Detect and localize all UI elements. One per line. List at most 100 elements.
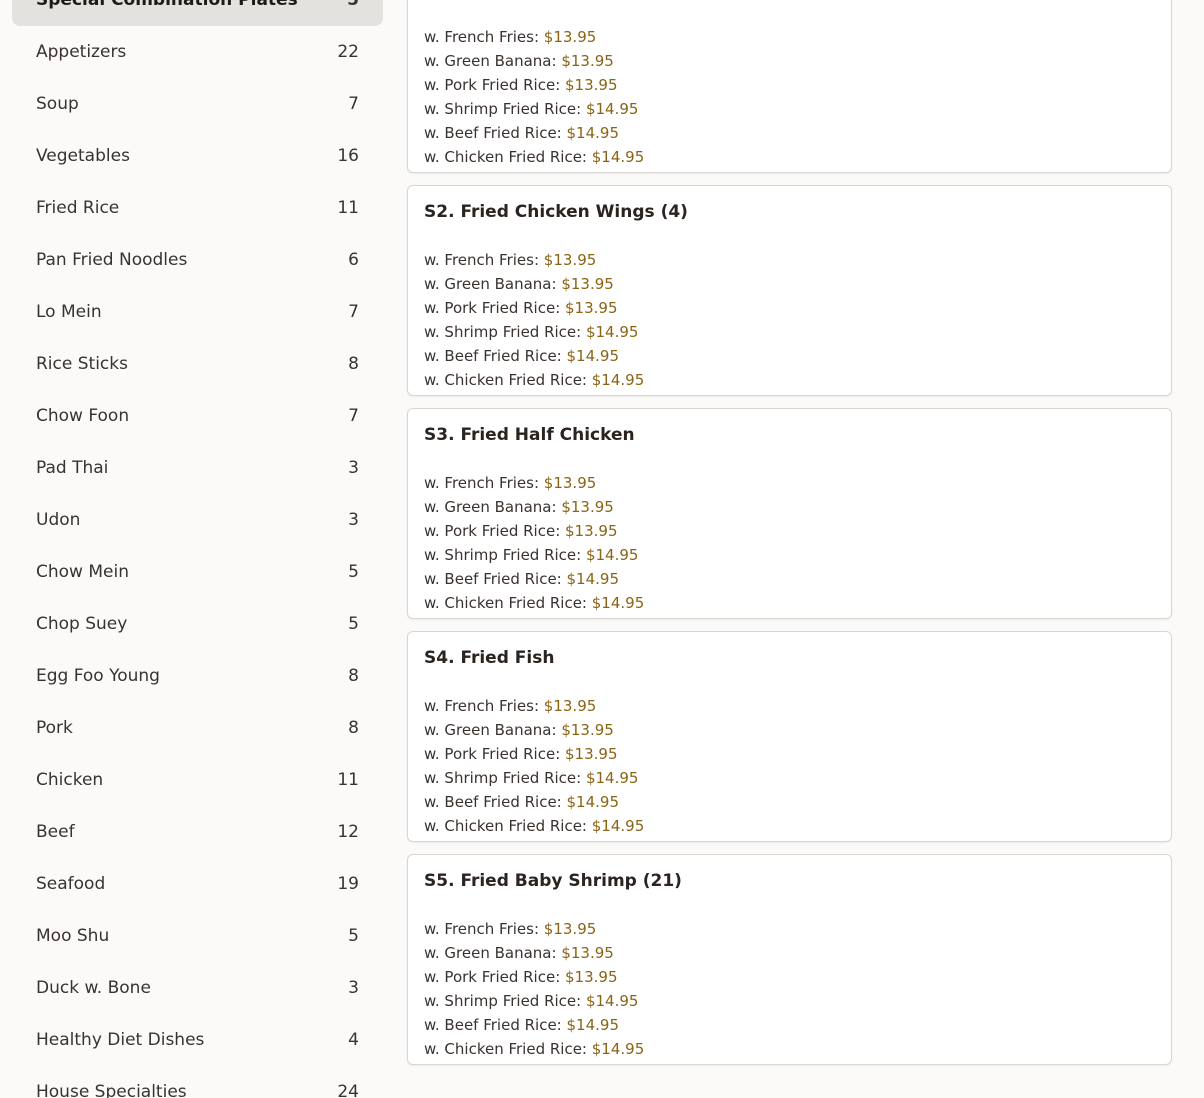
option-label: w. Shrimp Fried Rice: [424, 323, 586, 341]
menu-option-row[interactable]: w. Beef Fried Rice: $14.95 [424, 344, 644, 368]
menu-item-title: S2. Fried Chicken Wings (4) [424, 202, 688, 222]
menu-item-card[interactable]: S5. Fried Baby Shrimp (21) w. French Frie… [407, 854, 1172, 1065]
category-name: Beef [36, 822, 75, 842]
option-label: w. French Fries: [424, 28, 544, 46]
category-name: Duck w. Bone [36, 978, 151, 998]
sidebar-category-item[interactable]: Soup 7 [12, 78, 383, 130]
sidebar-category-item[interactable]: Duck w. Bone 3 [12, 962, 383, 1014]
category-count: 11 [337, 770, 359, 790]
menu-option-row[interactable]: w. Chicken Fried Rice: $14.95 [424, 145, 644, 169]
menu-option-row[interactable]: w. French Fries: $13.95 [424, 917, 644, 941]
menu-items-list: S1. Fried Chicken Fingersw. French Fries… [407, 0, 1172, 1077]
sidebar-category-item[interactable]: Pad Thai 3 [12, 442, 383, 494]
sidebar-category-item[interactable]: Chow Foon 7 [12, 390, 383, 442]
menu-option-row[interactable]: w. Shrimp Fried Rice: $14.95 [424, 766, 644, 790]
menu-option-row[interactable]: w. Shrimp Fried Rice: $14.95 [424, 989, 644, 1013]
menu-option-row[interactable]: w. Pork Fried Rice: $13.95 [424, 296, 644, 320]
category-count: 12 [337, 822, 359, 842]
option-label: w. Pork Fried Rice: [424, 745, 566, 763]
category-count: 19 [337, 874, 359, 894]
sidebar-category-item[interactable]: Udon 3 [12, 494, 383, 546]
menu-option-row[interactable]: w. Green Banana: $13.95 [424, 941, 644, 965]
category-name: Chow Mein [36, 562, 129, 582]
sidebar-category-item[interactable]: Pan Fried Noodles 6 [12, 234, 383, 286]
category-name: Soup [36, 94, 79, 114]
menu-option-row[interactable]: w. Beef Fried Rice: $14.95 [424, 790, 644, 814]
option-price: $13.95 [565, 299, 618, 317]
option-label: w. Green Banana: [424, 721, 562, 739]
option-price: $14.95 [591, 148, 645, 166]
option-price: $13.95 [543, 920, 597, 938]
sidebar-category-item[interactable]: Pork 8 [12, 702, 383, 754]
menu-option-row[interactable]: w. Green Banana: $13.95 [424, 49, 644, 73]
category-count: 7 [348, 302, 359, 322]
menu-item-card[interactable]: S1. Fried Chicken Fingersw. French Fries… [407, 0, 1172, 173]
option-label: w. Pork Fried Rice: [424, 968, 566, 986]
menu-item-title: S5. Fried Baby Shrimp (21) [424, 871, 682, 891]
category-count: 6 [348, 250, 359, 270]
menu-option-row[interactable]: w. Shrimp Fried Rice: $14.95 [424, 97, 644, 121]
sidebar-category-item[interactable]: Egg Foo Young 8 [12, 650, 383, 702]
option-price: $13.95 [543, 28, 597, 46]
menu-option-row[interactable]: w. Chicken Fried Rice: $14.95 [424, 814, 644, 838]
menu-option-row[interactable]: w. French Fries: $13.95 [424, 25, 644, 49]
menu-option-row[interactable]: w. Shrimp Fried Rice: $14.95 [424, 543, 644, 567]
menu-option-row[interactable]: w. Pork Fried Rice: $13.95 [424, 965, 644, 989]
menu-item-card[interactable]: S3. Fried Half Chicken w. French Fries: $… [407, 408, 1172, 619]
option-label: w. Shrimp Fried Rice: [424, 100, 586, 118]
menu-option-row[interactable]: w. Pork Fried Rice: $13.95 [424, 742, 644, 766]
sidebar-category-item[interactable]: Chow Mein 5 [12, 546, 383, 598]
sidebar-category-item[interactable]: Healthy Diet Dishes 4 [12, 1014, 383, 1066]
sidebar-category-item[interactable]: Seafood 19 [12, 858, 383, 910]
option-price: $14.95 [591, 594, 645, 612]
menu-option-row[interactable]: w. Beef Fried Rice: $14.95 [424, 1013, 644, 1037]
option-price: $13.95 [561, 275, 614, 293]
menu-option-row[interactable]: w. Beef Fried Rice: $14.95 [424, 567, 644, 591]
category-count: 3 [348, 458, 359, 478]
menu-page: Special Combination Plates 5 Appetizers 22 S… [0, 0, 1204, 1098]
sidebar-category-item[interactable]: Lo Mein 7 [12, 286, 383, 338]
option-price: $13.95 [561, 721, 614, 739]
menu-option-row[interactable]: w. Shrimp Fried Rice: $14.95 [424, 320, 644, 344]
menu-option-row[interactable]: w. Pork Fried Rice: $13.95 [424, 73, 644, 97]
sidebar-category-item[interactable]: House Specialties 24 [12, 1066, 383, 1098]
menu-option-row[interactable]: w. Chicken Fried Rice: $14.95 [424, 368, 644, 392]
menu-option-row[interactable]: w. Pork Fried Rice: $13.95 [424, 519, 644, 543]
menu-option-row[interactable]: w. Green Banana: $13.95 [424, 718, 644, 742]
menu-option-row[interactable]: w. Green Banana: $13.95 [424, 495, 644, 519]
menu-option-row[interactable]: w. French Fries: $13.95 [424, 694, 644, 718]
page-scrollbar[interactable] [1184, 0, 1204, 1098]
menu-item-card[interactable]: S2. Fried Chicken Wings (4) w. French Fri… [407, 185, 1172, 396]
option-price: $14.95 [566, 570, 620, 588]
sidebar-category-item[interactable]: Beef 12 [12, 806, 383, 858]
menu-item-options: w. French Fries: $13.95 w. Green Banana: … [424, 694, 644, 838]
menu-item-card[interactable]: S4. Fried Fish w. French Fries: $13.95 w. … [407, 631, 1172, 842]
sidebar-category-item[interactable]: Appetizers 22 [12, 26, 383, 78]
sidebar-category-item[interactable]: Chop Suey 5 [12, 598, 383, 650]
option-label: w. Beef Fried Rice: [424, 570, 567, 588]
menu-option-row[interactable]: w. Beef Fried Rice: $14.95 [424, 121, 644, 145]
sidebar-category-item[interactable]: Moo Shu 5 [12, 910, 383, 962]
sidebar-category-item[interactable]: Special Combination Plates 5 [12, 0, 383, 26]
option-price: $14.95 [566, 124, 620, 142]
category-count: 5 [348, 614, 359, 634]
sidebar-category-item[interactable]: Chicken 11 [12, 754, 383, 806]
option-label: w. Pork Fried Rice: [424, 522, 566, 540]
sidebar-category-item[interactable]: Rice Sticks 8 [12, 338, 383, 390]
option-price: $13.95 [543, 697, 597, 715]
menu-option-row[interactable]: w. French Fries: $13.95 [424, 248, 644, 272]
menu-option-row[interactable]: w. Chicken Fried Rice: $14.95 [424, 591, 644, 615]
sidebar-category-item[interactable]: Vegetables 16 [12, 130, 383, 182]
option-price: $13.95 [543, 474, 597, 492]
menu-item-options: w. French Fries: $13.95 w. Green Banana: … [424, 471, 644, 615]
category-name: Vegetables [36, 146, 130, 166]
category-count: 24 [337, 1082, 359, 1098]
sidebar-category-item[interactable]: Fried Rice 11 [12, 182, 383, 234]
option-label: w. Beef Fried Rice: [424, 347, 567, 365]
category-name: Healthy Diet Dishes [36, 1030, 205, 1050]
category-count: 8 [348, 354, 359, 374]
menu-option-row[interactable]: w. Chicken Fried Rice: $14.95 [424, 1037, 644, 1061]
option-label: w. Chicken Fried Rice: [424, 371, 592, 389]
menu-option-row[interactable]: w. Green Banana: $13.95 [424, 272, 644, 296]
menu-option-row[interactable]: w. French Fries: $13.95 [424, 471, 644, 495]
